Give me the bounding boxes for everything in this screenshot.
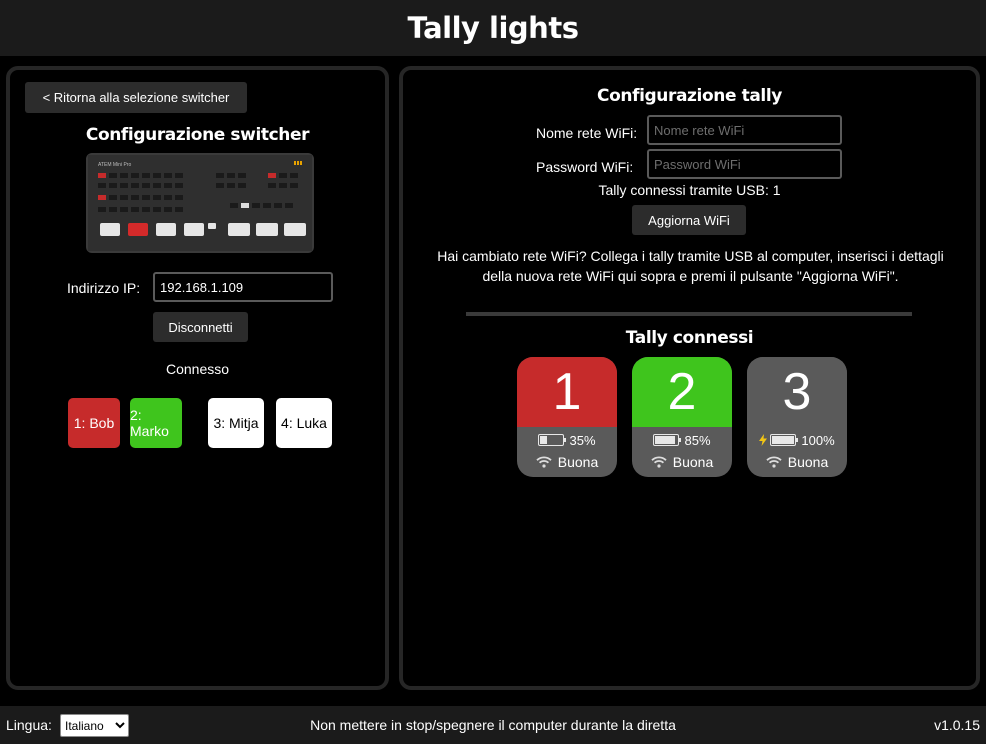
tally-number: 2 — [632, 357, 732, 427]
battery-status: 85% — [632, 429, 732, 451]
disconnect-button[interactable]: Disconnetti — [153, 312, 248, 342]
device-model-text: ATEM Mini Pro — [98, 162, 131, 168]
tally-config-panel: Configurazione tally Nome rete WiFi: Pas… — [399, 66, 980, 690]
battery-status: 100% — [747, 429, 847, 451]
tally-number: 1 — [517, 357, 617, 427]
battery-percent: 100% — [801, 432, 835, 448]
wifi-icon — [766, 456, 782, 468]
camera-button-1[interactable]: 1: Bob — [68, 398, 120, 448]
signal-quality: Buona — [787, 454, 829, 470]
ip-address-label: Indirizzo IP: — [67, 280, 141, 296]
back-to-switcher-selection-button[interactable]: < Ritorna alla selezione switcher — [25, 82, 247, 113]
ip-address-input[interactable] — [153, 272, 333, 302]
battery-charging-icon — [770, 434, 799, 446]
tally-card-1[interactable]: 1 35% Buona — [517, 357, 617, 477]
tally-number: 3 — [747, 357, 847, 427]
battery-icon — [538, 434, 567, 446]
update-wifi-button[interactable]: Aggiorna WiFi — [632, 205, 746, 235]
connection-status: Connesso — [165, 361, 230, 377]
camera-button-2[interactable]: 2: Marko — [130, 398, 182, 448]
signal-status: Buona — [747, 451, 847, 473]
wifi-name-label: Nome rete WiFi: — [536, 125, 638, 141]
battery-status: 35% — [517, 429, 617, 451]
wifi-password-label: Password WiFi: — [536, 159, 634, 175]
signal-quality: Buona — [557, 454, 599, 470]
switcher-config-title: Configurazione switcher — [85, 125, 310, 145]
page-title: Tally lights — [407, 11, 579, 45]
switcher-device-image: ATEM Mini Pro — [86, 153, 314, 253]
footer-notice: Non mettere in stop/spegnere il computer… — [310, 717, 676, 733]
wifi-name-input[interactable] — [647, 115, 842, 145]
atem-switcher-illustration: ATEM Mini Pro — [88, 155, 312, 251]
switcher-config-panel: < Ritorna alla selezione switcher Config… — [6, 66, 389, 690]
charging-bolt-icon — [759, 434, 768, 446]
app-footer: Lingua: Italiano Non mettere in stop/spe… — [0, 706, 986, 744]
wifi-help-line-2: della nuova rete WiFi qui sopra e premi … — [482, 268, 899, 284]
camera-button-4[interactable]: 4: Luka — [276, 398, 332, 448]
wifi-password-input[interactable] — [647, 149, 842, 179]
battery-percent: 85% — [684, 432, 711, 448]
wifi-help-text: Hai cambiato rete WiFi? Collega i tally … — [413, 246, 968, 286]
language-select[interactable]: Italiano — [60, 714, 129, 737]
connected-tallies-title: Tally connessi — [625, 328, 754, 348]
battery-icon — [653, 434, 682, 446]
signal-quality: Buona — [672, 454, 714, 470]
wifi-icon — [651, 456, 667, 468]
battery-percent: 35% — [569, 432, 596, 448]
app-version: v1.0.15 — [934, 717, 980, 733]
signal-status: Buona — [632, 451, 732, 473]
tally-card-2[interactable]: 2 85% Buona — [632, 357, 732, 477]
app-header: Tally lights — [0, 0, 986, 56]
tally-config-title: Configurazione tally — [597, 86, 782, 106]
usb-tally-count: Tally connessi tramite USB: 1 — [598, 182, 781, 198]
tally-card-3[interactable]: 3 100% Buona — [747, 357, 847, 477]
signal-status: Buona — [517, 451, 617, 473]
wifi-icon — [536, 456, 552, 468]
camera-button-3[interactable]: 3: Mitja — [208, 398, 264, 448]
section-divider — [466, 312, 912, 316]
wifi-help-line-1: Hai cambiato rete WiFi? Collega i tally … — [437, 248, 944, 264]
language-label: Lingua: — [6, 717, 52, 733]
